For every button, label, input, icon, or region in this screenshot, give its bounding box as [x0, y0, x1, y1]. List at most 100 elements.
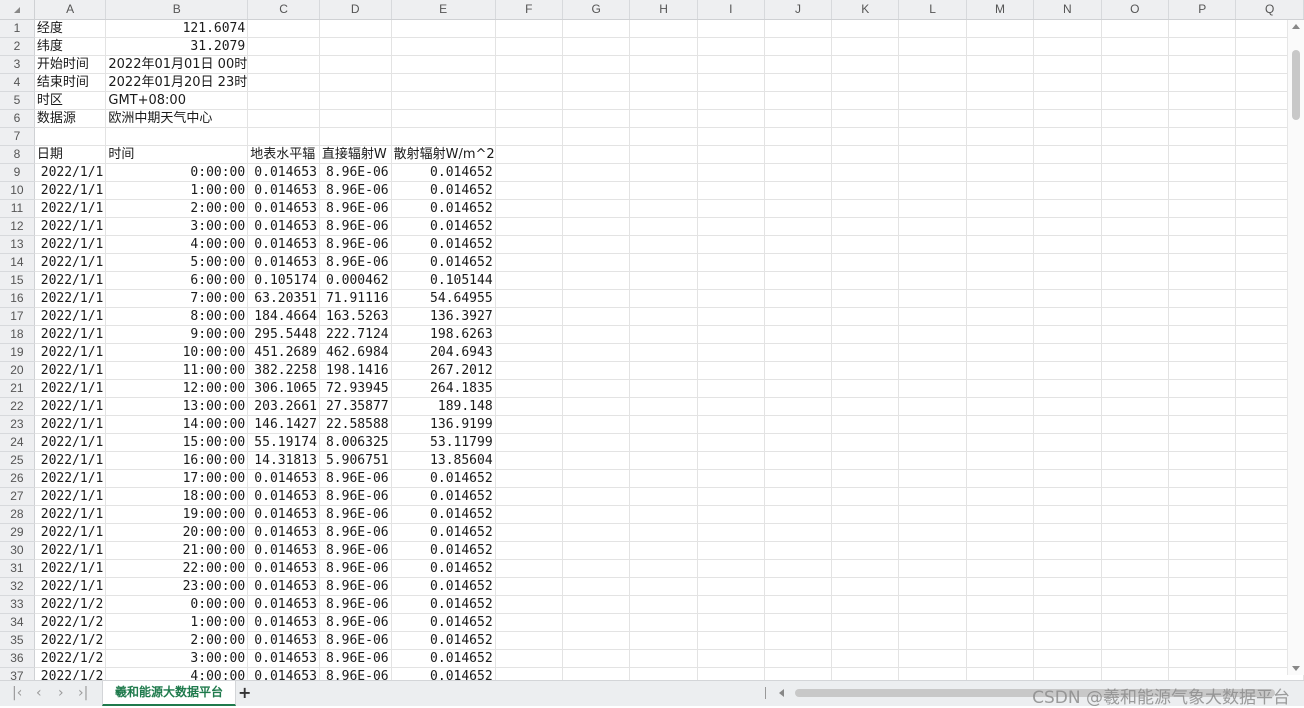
cell[interactable]: [562, 433, 631, 452]
cell[interactable]: 0.014653: [247, 523, 320, 542]
row-header[interactable]: 35: [0, 631, 35, 650]
cell[interactable]: 1:00:00: [105, 181, 249, 200]
cell[interactable]: 13:00:00: [105, 397, 249, 416]
row-header[interactable]: 6: [0, 109, 35, 128]
cell[interactable]: 27.35877: [319, 397, 392, 416]
cell[interactable]: [1101, 271, 1170, 290]
cell[interactable]: [629, 145, 698, 164]
cell[interactable]: [629, 415, 698, 434]
cell[interactable]: [697, 55, 765, 74]
cell[interactable]: [1168, 37, 1237, 56]
cell[interactable]: 0.014653: [247, 253, 320, 272]
cell[interactable]: [1033, 307, 1102, 326]
cell[interactable]: [1101, 361, 1170, 380]
cell[interactable]: [697, 559, 765, 578]
cell[interactable]: [764, 199, 833, 218]
cell[interactable]: 2:00:00: [105, 199, 249, 218]
cell[interactable]: [495, 289, 563, 308]
row-header[interactable]: 22: [0, 397, 35, 416]
cell[interactable]: 8.96E-06: [319, 559, 392, 578]
cell[interactable]: [831, 19, 900, 38]
cell[interactable]: 欧洲中期天气中心: [105, 109, 249, 128]
cell[interactable]: [319, 19, 392, 38]
cell[interactable]: 0.014652: [391, 613, 496, 632]
cell[interactable]: 0.014652: [391, 163, 496, 182]
cell[interactable]: 136.9199: [391, 415, 496, 434]
cell[interactable]: 7:00:00: [105, 289, 249, 308]
cell[interactable]: [629, 451, 698, 470]
cell[interactable]: [495, 253, 563, 272]
cell[interactable]: [1033, 127, 1102, 146]
cell[interactable]: 2022/1/2: [34, 631, 107, 650]
cell[interactable]: 8.96E-06: [319, 181, 392, 200]
cell[interactable]: [1168, 505, 1237, 524]
cell[interactable]: [831, 109, 900, 128]
cell[interactable]: 11:00:00: [105, 361, 249, 380]
select-all-corner-icon[interactable]: [14, 7, 20, 13]
cell[interactable]: [1033, 397, 1102, 416]
cell[interactable]: [898, 451, 967, 470]
cell[interactable]: 19:00:00: [105, 505, 249, 524]
cell[interactable]: [319, 37, 392, 56]
cell[interactable]: [629, 19, 698, 38]
cell[interactable]: 0.014653: [247, 541, 320, 560]
cell[interactable]: [629, 109, 698, 128]
cell[interactable]: [495, 127, 563, 146]
cell[interactable]: [562, 325, 631, 344]
cell[interactable]: [391, 91, 496, 110]
cell[interactable]: [898, 163, 967, 182]
cell[interactable]: [1101, 253, 1170, 272]
cell[interactable]: 2:00:00: [105, 631, 249, 650]
cell[interactable]: [495, 91, 563, 110]
cell[interactable]: 2022/1/1: [34, 217, 107, 236]
row-header[interactable]: 4: [0, 73, 35, 92]
cell[interactable]: [562, 37, 631, 56]
row-header[interactable]: 20: [0, 361, 35, 380]
cell[interactable]: 2022/1/2: [34, 649, 107, 668]
cell[interactable]: [898, 37, 967, 56]
cell[interactable]: [831, 181, 900, 200]
cell[interactable]: [898, 55, 967, 74]
cell[interactable]: [562, 199, 631, 218]
cell[interactable]: 2022/1/1: [34, 343, 107, 362]
cell[interactable]: [1101, 163, 1170, 182]
cell[interactable]: [966, 361, 1035, 380]
cell[interactable]: 267.2012: [391, 361, 496, 380]
cell[interactable]: [391, 73, 496, 92]
cell[interactable]: [1168, 379, 1237, 398]
cell[interactable]: 0.014653: [247, 649, 320, 668]
column-header[interactable]: N: [1033, 0, 1102, 20]
column-header[interactable]: E: [391, 0, 496, 20]
cell[interactable]: 2022/1/1: [34, 415, 107, 434]
cell[interactable]: 2022/1/1: [34, 163, 107, 182]
cell[interactable]: [966, 91, 1035, 110]
cell[interactable]: [629, 253, 698, 272]
cell[interactable]: 0.014652: [391, 217, 496, 236]
cell[interactable]: [1168, 361, 1237, 380]
cell[interactable]: [966, 289, 1035, 308]
cell[interactable]: [629, 343, 698, 362]
cell[interactable]: 31.2079: [105, 37, 249, 56]
cell[interactable]: 8.96E-06: [319, 613, 392, 632]
cell[interactable]: [898, 595, 967, 614]
cell[interactable]: [562, 109, 631, 128]
cell[interactable]: [831, 397, 900, 416]
cell[interactable]: [764, 181, 833, 200]
cell[interactable]: [966, 343, 1035, 362]
cell[interactable]: [1033, 289, 1102, 308]
cell[interactable]: [629, 631, 698, 650]
cell[interactable]: [764, 253, 833, 272]
cell[interactable]: 0.000462: [319, 271, 392, 290]
cell[interactable]: [697, 649, 765, 668]
cell[interactable]: 2022年01月01日 00时: [105, 55, 249, 74]
cell[interactable]: [1168, 127, 1237, 146]
cell[interactable]: 5.906751: [319, 451, 392, 470]
cell[interactable]: 13.85604: [391, 451, 496, 470]
cell[interactable]: 1:00:00: [105, 613, 249, 632]
cell[interactable]: [247, 109, 320, 128]
cell[interactable]: 0.014653: [247, 217, 320, 236]
cell[interactable]: 18:00:00: [105, 487, 249, 506]
cell[interactable]: [1101, 343, 1170, 362]
cell[interactable]: 146.1427: [247, 415, 320, 434]
column-header[interactable]: B: [105, 0, 249, 20]
